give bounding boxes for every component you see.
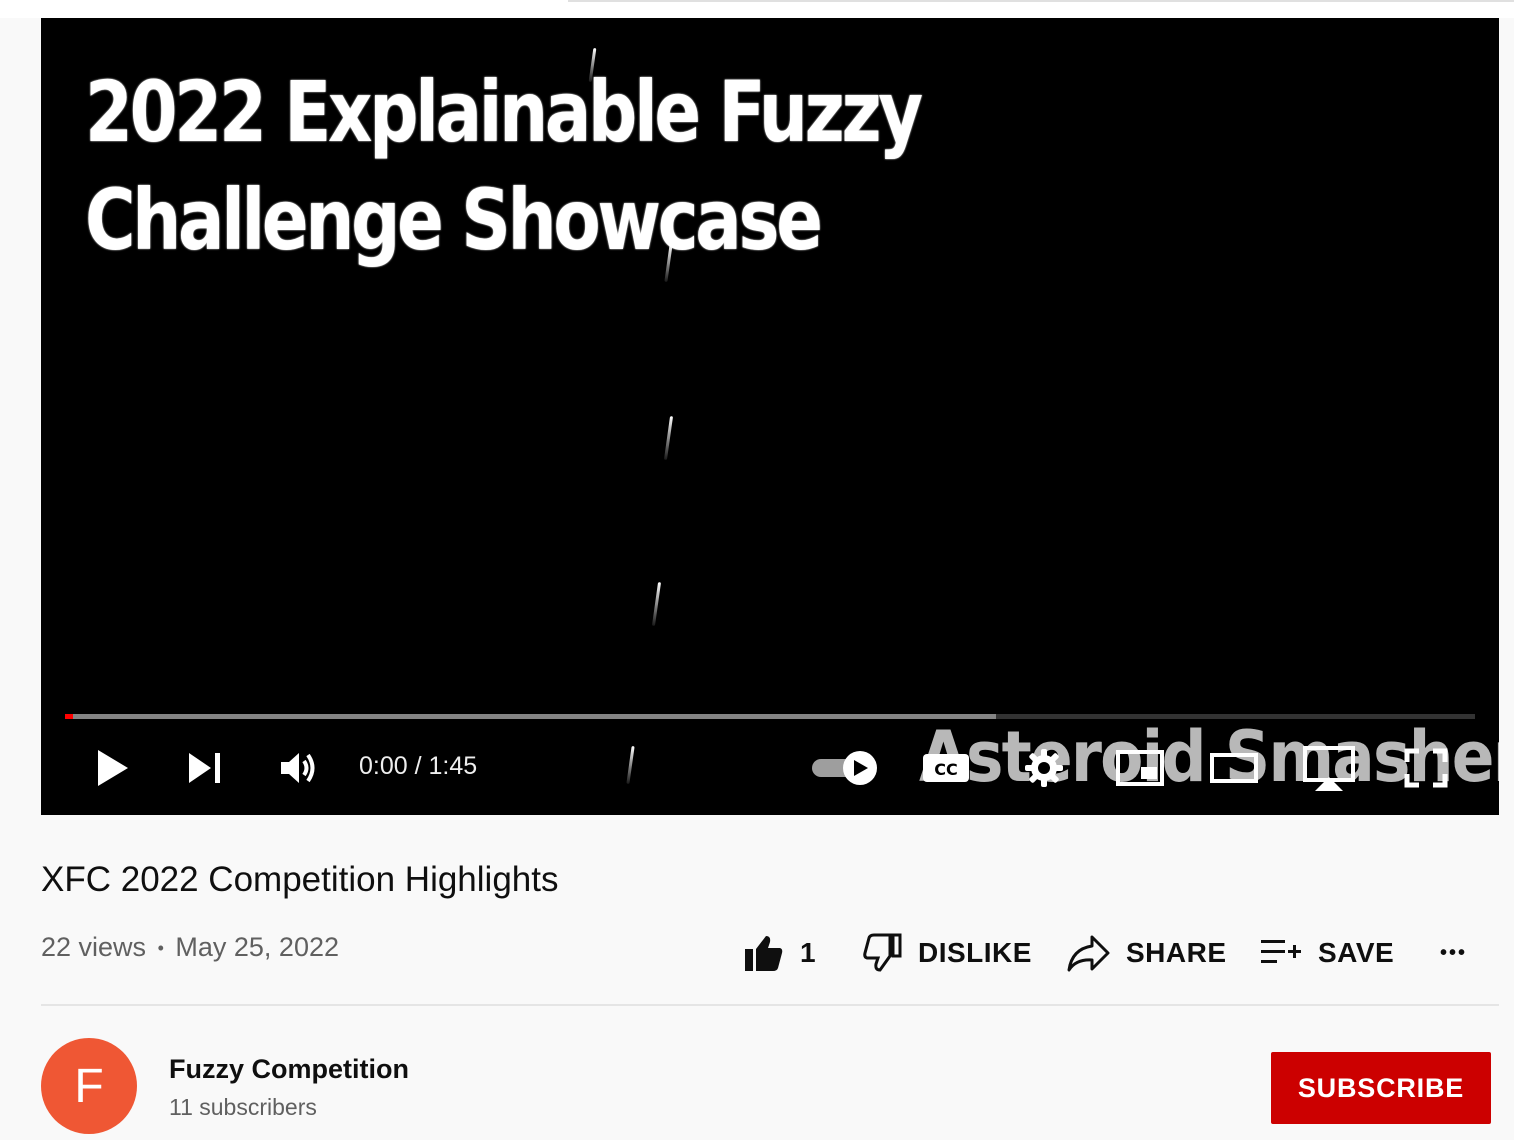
- next-icon: [189, 753, 220, 783]
- time-separator: /: [414, 752, 422, 780]
- avatar[interactable]: F: [41, 1038, 137, 1134]
- autoplay-toggle-icon: [812, 751, 877, 785]
- play-button[interactable]: [89, 746, 137, 790]
- like-count: 1: [800, 937, 817, 968]
- save-button[interactable]: SAVE: [1260, 925, 1394, 981]
- like-button[interactable]: 1: [744, 925, 816, 981]
- fullscreen-button[interactable]: [1401, 746, 1451, 790]
- dislike-button[interactable]: DISLIKE: [862, 925, 1032, 981]
- cast-icon: [1303, 746, 1355, 791]
- time-display: 0:00 / 1:45: [359, 752, 477, 781]
- volume-button[interactable]: [275, 746, 323, 790]
- share-label: SHARE: [1126, 937, 1227, 968]
- volume-icon: [281, 753, 315, 783]
- view-count: 22 views: [41, 932, 147, 962]
- frame-title-line-1: 2022 Explainable Fuzzy: [85, 63, 923, 161]
- video-frame-title: 2022 Explainable Fuzzy Challenge Showcas…: [85, 58, 923, 274]
- fullscreen-icon: [1404, 748, 1448, 788]
- playlist-add-icon: [1261, 940, 1301, 963]
- thumbs-down-icon: [863, 933, 902, 972]
- upload-date: May 25, 2022: [175, 932, 339, 962]
- share-icon: [1067, 935, 1110, 972]
- progress-played: [65, 714, 73, 719]
- thumbs-up-icon: [745, 936, 783, 971]
- subscriber-count: 11 subscribers: [169, 1094, 317, 1120]
- save-label: SAVE: [1318, 937, 1395, 968]
- miniplayer-button[interactable]: [1113, 746, 1167, 790]
- cc-icon: CC: [923, 754, 969, 782]
- duration: 1:45: [428, 752, 478, 780]
- top-divider: [568, 0, 1514, 2]
- current-time: 0:00: [359, 752, 408, 780]
- asteroid-streak: [651, 582, 662, 626]
- more-actions-button[interactable]: •••: [1440, 925, 1467, 981]
- theater-mode-button[interactable]: [1207, 748, 1261, 788]
- dislike-label: DISLIKE: [918, 937, 1032, 968]
- theater-icon: [1210, 753, 1258, 783]
- svg-text:CC: CC: [934, 760, 957, 779]
- gear-icon: [1025, 749, 1063, 787]
- settings-button[interactable]: [1021, 746, 1067, 790]
- meta-dot: •: [157, 938, 164, 959]
- section-divider: [41, 1004, 1499, 1006]
- share-button[interactable]: SHARE: [1066, 925, 1227, 981]
- channel-name[interactable]: Fuzzy Competition: [169, 1054, 409, 1085]
- autoplay-toggle[interactable]: [809, 748, 881, 788]
- video-title: XFC 2022 Competition Highlights: [41, 860, 559, 899]
- progress-buffered: [65, 714, 996, 719]
- progress-bar[interactable]: [65, 714, 1475, 719]
- captions-button[interactable]: CC: [921, 748, 971, 788]
- next-button[interactable]: [181, 748, 229, 788]
- frame-title-line-2: Challenge Showcase: [85, 171, 823, 269]
- video-meta: 22 views • May 25, 2022: [41, 932, 339, 963]
- asteroid-streak: [663, 416, 674, 460]
- play-icon: [98, 750, 128, 786]
- subscribe-button[interactable]: SUBSCRIBE: [1271, 1052, 1491, 1124]
- top-strip: [0, 0, 1514, 18]
- miniplayer-icon: [1116, 750, 1164, 786]
- asteroid-streak: [626, 745, 635, 785]
- more-icon: •••: [1440, 941, 1468, 964]
- video-player[interactable]: 2022 Explainable Fuzzy Challenge Showcas…: [41, 18, 1499, 815]
- cast-button[interactable]: [1301, 744, 1357, 792]
